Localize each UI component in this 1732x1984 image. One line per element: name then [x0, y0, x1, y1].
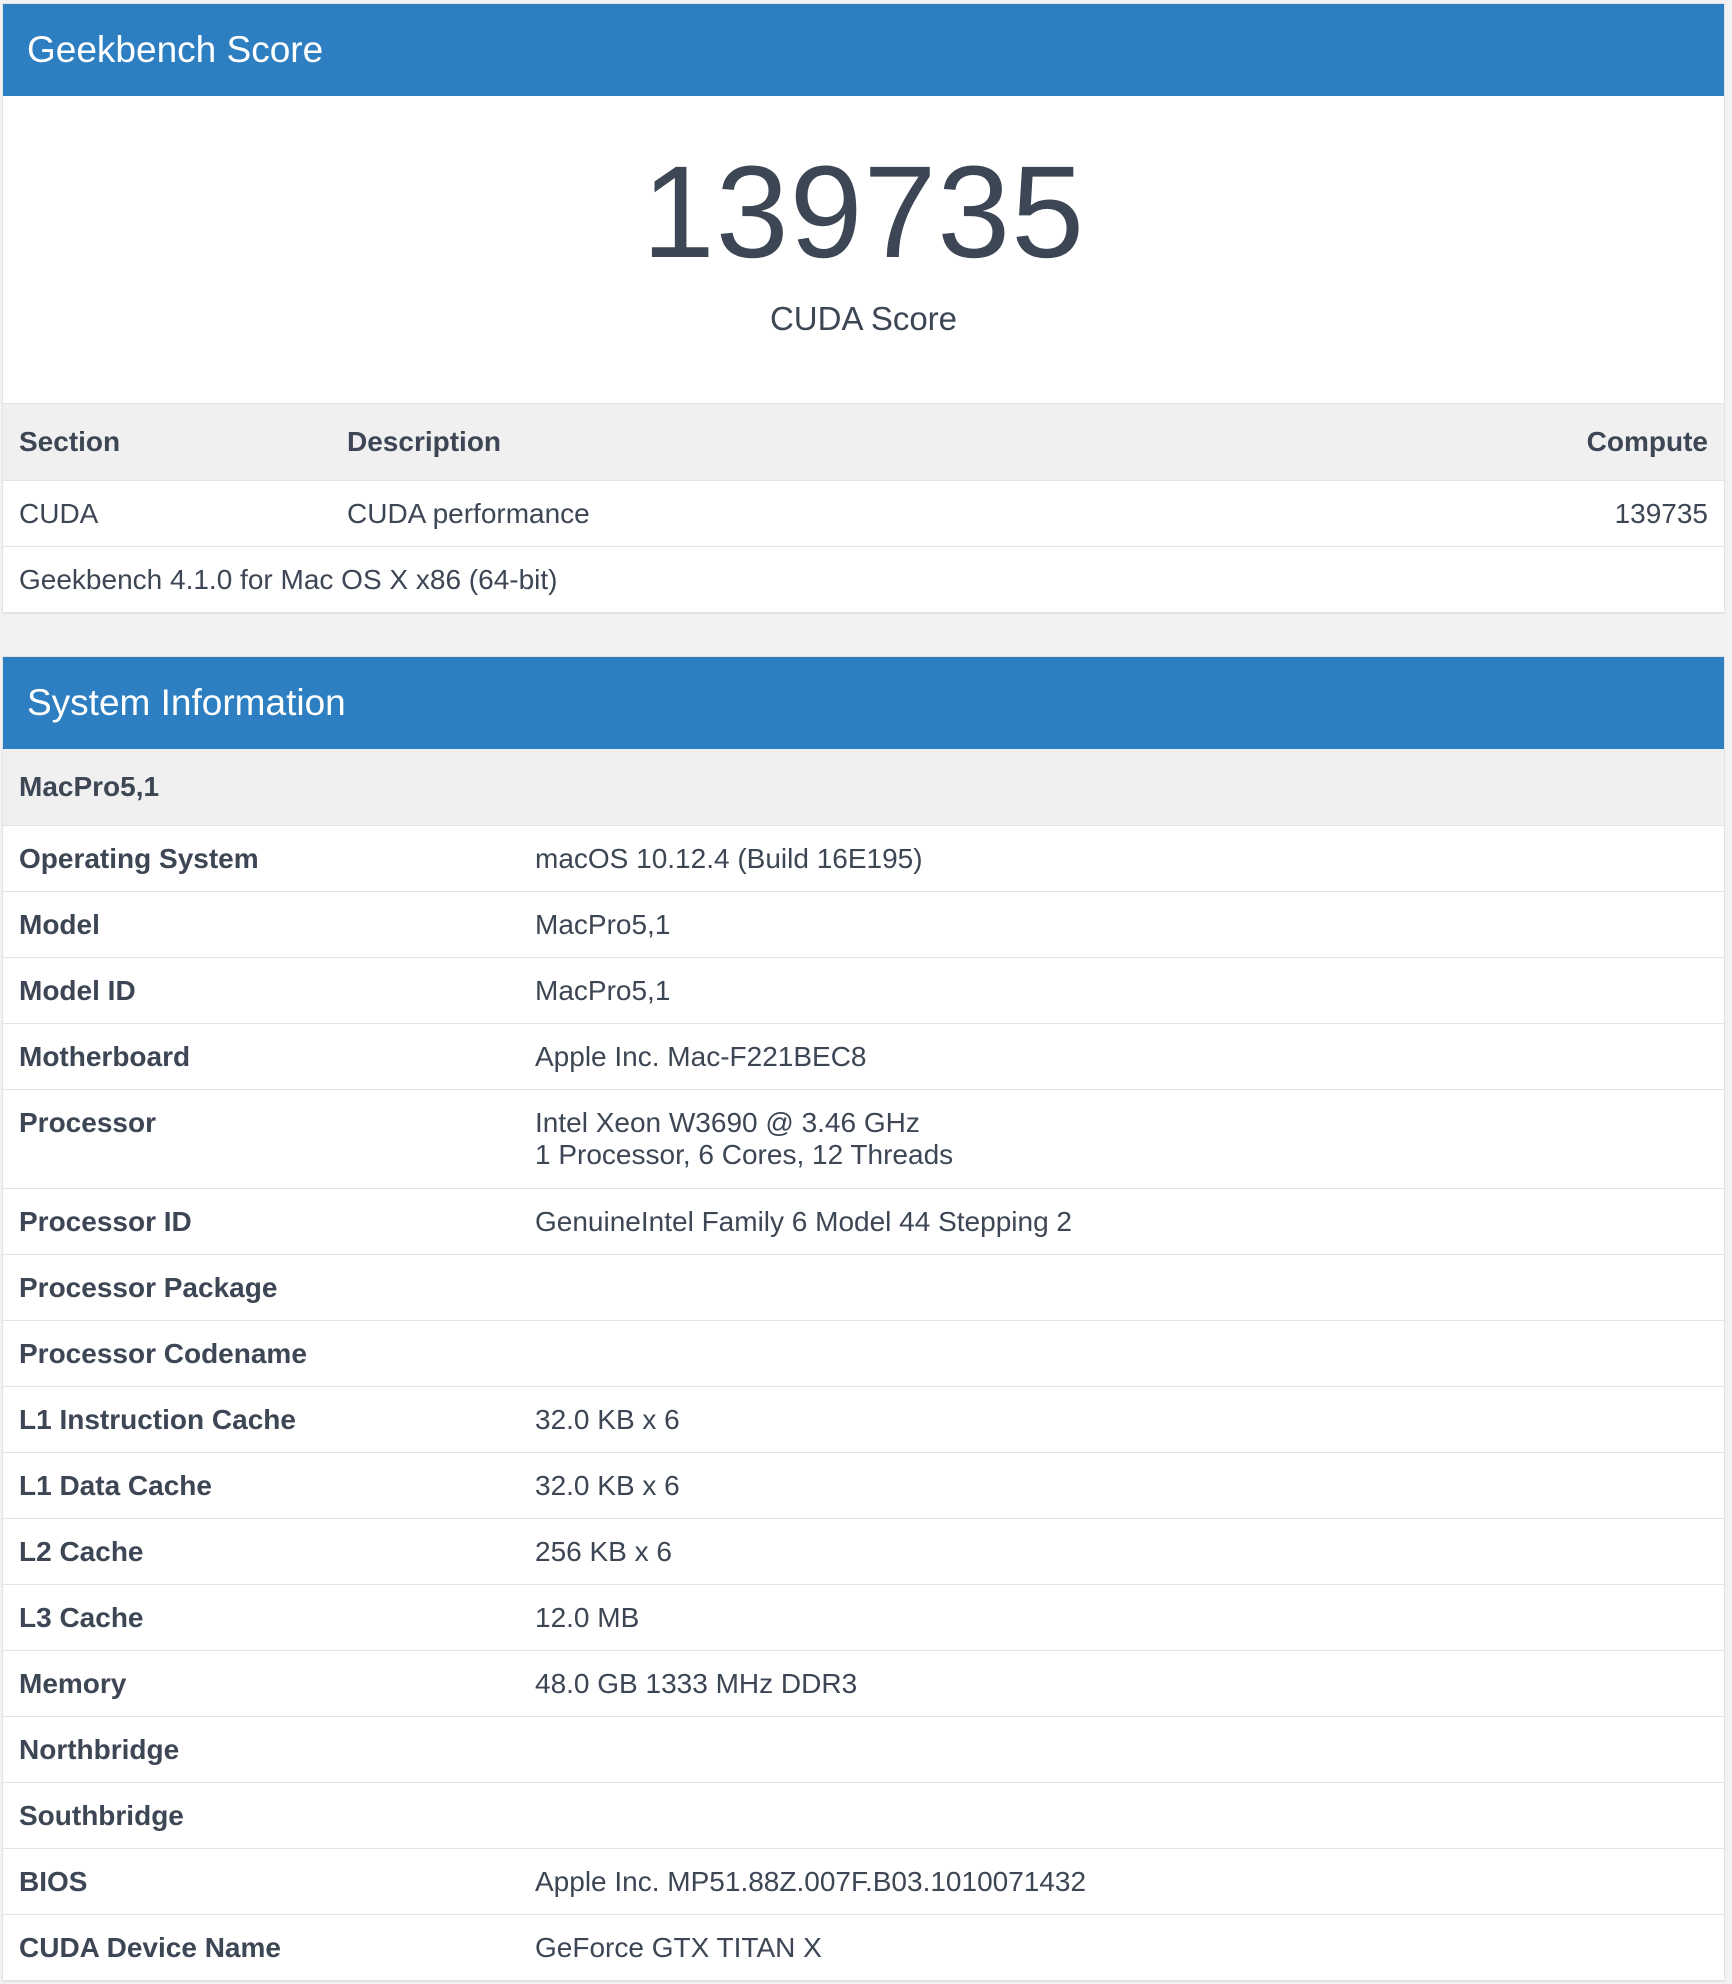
info-row: Northbridge [3, 1717, 1724, 1783]
info-value: GeForce GTX TITAN X [535, 1915, 1724, 1964]
info-key: Southbridge [19, 1800, 184, 1831]
info-value-line: 1 Processor, 6 Cores, 12 Threads [535, 1139, 954, 1170]
info-row: L1 Data Cache 32.0 KB x 6 [3, 1453, 1724, 1519]
info-key: Processor [19, 1107, 156, 1138]
info-key: CUDA Device Name [19, 1932, 281, 1963]
info-key: BIOS [19, 1866, 88, 1897]
info-value: MacPro5,1 [535, 892, 1724, 941]
cuda-score-value: 139735 [641, 138, 1086, 285]
info-row: Processor Package [3, 1255, 1724, 1321]
info-value [535, 1321, 1724, 1338]
info-key: L3 Cache [19, 1602, 144, 1633]
info-row: Processor Codename [3, 1321, 1724, 1387]
row-description: CUDA performance [347, 497, 590, 529]
info-value-line: 32.0 KB x 6 [535, 1404, 680, 1435]
info-key: L2 Cache [19, 1536, 144, 1567]
info-value: 48.0 GB 1333 MHz DDR3 [535, 1651, 1724, 1700]
info-value-line: macOS 10.12.4 (Build 16E195) [535, 843, 923, 874]
info-value-line: 32.0 KB x 6 [535, 1470, 680, 1501]
cuda-score-label: CUDA Score [769, 300, 958, 337]
info-row: L1 Instruction Cache 32.0 KB x 6 [3, 1387, 1724, 1453]
info-row: Processor Intel Xeon W3690 @ 3.46 GHz 1 Pr… [3, 1090, 1724, 1189]
info-key: Motherboard [19, 1041, 191, 1072]
info-value-line: 48.0 GB 1333 MHz DDR3 [535, 1668, 858, 1699]
info-key: Processor ID [19, 1206, 192, 1237]
info-value: MacPro5,1 [535, 958, 1724, 1007]
results-table-header: Section Description Compute [3, 404, 1724, 481]
info-value-line: 256 KB x 6 [535, 1536, 672, 1567]
info-key: L1 Data Cache [19, 1470, 212, 1501]
info-key: Processor Codename [19, 1338, 307, 1369]
info-value: 32.0 KB x 6 [535, 1453, 1724, 1502]
info-key: Processor Package [19, 1272, 278, 1303]
score-panel-title: Geekbench Score [3, 4, 1724, 96]
info-key: Northbridge [19, 1734, 180, 1765]
info-value-line: Apple Inc. MP51.88Z.007F.B03.1010071432 [535, 1866, 1087, 1897]
info-value: 256 KB x 6 [535, 1519, 1724, 1568]
info-value [535, 1717, 1724, 1734]
info-key: L1 Instruction Cache [19, 1404, 296, 1435]
row-section: CUDA [19, 497, 99, 529]
info-value: 32.0 KB x 6 [535, 1387, 1724, 1436]
info-value-line: GenuineIntel Family 6 Model 44 Stepping … [535, 1206, 1072, 1237]
info-value-line: MacPro5,1 [535, 975, 671, 1006]
header-description: Description [347, 426, 502, 457]
info-row: BIOS Apple Inc. MP51.88Z.007F.B03.1010071… [3, 1849, 1724, 1915]
info-value-line: GeForce GTX TITAN X [535, 1932, 822, 1963]
system-info-panel: System Information MacPro5,1 Operating S… [2, 656, 1725, 1982]
info-row: Memory 48.0 GB 1333 MHz DDR3 [3, 1651, 1724, 1717]
info-row: Motherboard Apple Inc. Mac-F221BEC8 [3, 1024, 1724, 1090]
table-row: CUDA CUDA performance 139735 [3, 481, 1724, 547]
info-value [535, 1255, 1724, 1272]
system-info-list: Operating System macOS 10.12.4 (Build 16E… [3, 826, 1724, 1981]
info-value [535, 1783, 1724, 1800]
info-row: CUDA Device Name GeForce GTX TITAN X [3, 1915, 1724, 1981]
info-value: macOS 10.12.4 (Build 16E195) [535, 826, 1724, 875]
info-value: GenuineIntel Family 6 Model 44 Stepping … [535, 1189, 1724, 1238]
info-value-line: 12.0 MB [535, 1602, 640, 1633]
score-area: 139735 CUDA Score [3, 96, 1724, 404]
info-row: Processor ID GenuineIntel Family 6 Model … [3, 1189, 1724, 1255]
row-compute: 139735 [1614, 497, 1708, 529]
info-key: Model ID [19, 975, 136, 1006]
info-row: L3 Cache 12.0 MB [3, 1585, 1724, 1651]
info-value-line: Apple Inc. Mac-F221BEC8 [535, 1041, 867, 1072]
info-row: L2 Cache 256 KB x 6 [3, 1519, 1724, 1585]
device-name: MacPro5,1 [3, 749, 1724, 826]
score-panel: Geekbench Score 139735 CUDA Score Sectio… [2, 3, 1725, 614]
info-row: Southbridge [3, 1783, 1724, 1849]
info-value-line: MacPro5,1 [535, 909, 671, 940]
info-row: Model MacPro5,1 [3, 892, 1724, 958]
version-info: Geekbench 4.1.0 for Mac OS X x86 (64-bit… [3, 547, 1724, 613]
info-value-line: Intel Xeon W3690 @ 3.46 GHz [535, 1107, 920, 1138]
system-info-title: System Information [3, 657, 1724, 749]
info-key: Model [19, 909, 100, 940]
info-row: Operating System macOS 10.12.4 (Build 16E… [3, 826, 1724, 892]
header-compute: Compute [1586, 426, 1708, 457]
info-key: Operating System [19, 843, 259, 874]
header-section: Section [19, 426, 121, 457]
info-value: Intel Xeon W3690 @ 3.46 GHz 1 Processor, … [535, 1090, 1724, 1171]
info-value: Apple Inc. Mac-F221BEC8 [535, 1024, 1724, 1073]
info-row: Model ID MacPro5,1 [3, 958, 1724, 1024]
info-value: 12.0 MB [535, 1585, 1724, 1634]
info-key: Memory [19, 1668, 127, 1699]
info-value: Apple Inc. MP51.88Z.007F.B03.1010071432 [535, 1849, 1724, 1898]
